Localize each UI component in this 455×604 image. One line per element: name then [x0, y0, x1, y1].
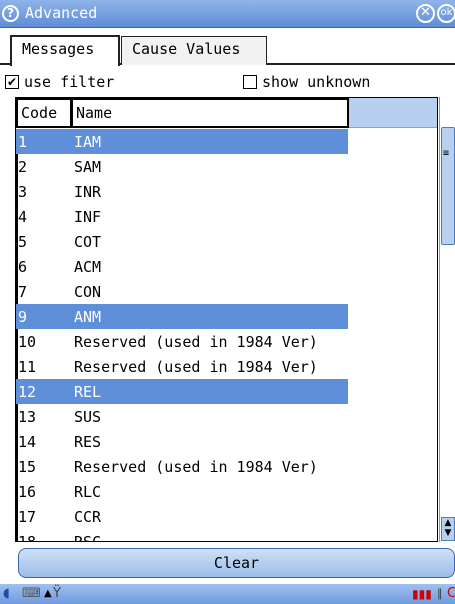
row-name: CCR	[74, 508, 102, 526]
input-arrow-icon[interactable]: ▲	[44, 586, 52, 602]
table-row[interactable]: 14 RES	[16, 429, 437, 454]
row-name: COT	[74, 233, 102, 251]
table-row[interactable]: 1 IAM	[16, 129, 437, 154]
use-filter-label: use filter	[24, 73, 115, 91]
table-row[interactable]: 7 CON	[16, 279, 437, 304]
network-icon: ∥	[437, 587, 443, 600]
row-name: Reserved (used in 1984 Ver)	[74, 458, 318, 476]
table-header: Code Name	[16, 98, 437, 128]
table-row[interactable]: 18 RSC	[16, 529, 437, 542]
show-unknown-checkbox[interactable]	[243, 75, 257, 89]
row-code: 9	[18, 308, 28, 326]
row-code: 7	[18, 283, 28, 301]
table-row[interactable]: 11 Reserved (used in 1984 Ver)	[16, 354, 437, 379]
row-name: CON	[74, 283, 102, 301]
column-header-code[interactable]: Code	[16, 98, 72, 128]
table-row[interactable]: 5 COT	[16, 229, 437, 254]
row-code: 18	[18, 533, 37, 542]
row-code: 16	[18, 483, 37, 501]
window-title: Advanced	[25, 4, 98, 22]
row-name: INR	[74, 183, 102, 201]
row-name: RES	[74, 433, 102, 451]
table-row[interactable]: 17 CCR	[16, 504, 437, 529]
scroll-grip-icon: ≡	[443, 148, 450, 159]
row-name: Reserved (used in 1984 Ver)	[74, 333, 318, 351]
help-icon[interactable]: ?	[2, 5, 19, 22]
row-code: 13	[18, 408, 37, 426]
status-bar: ◖ ⌨ ▲ Ÿ ▮▮▮ ∥ C	[0, 584, 455, 604]
keyboard-icon[interactable]: ⌨	[22, 586, 41, 602]
status-icon: C	[447, 586, 455, 601]
row-code: 5	[18, 233, 28, 251]
row-code: 10	[18, 333, 37, 351]
start-icon[interactable]: ◖	[3, 586, 10, 602]
signal-icon: Ÿ	[53, 586, 61, 601]
messages-table[interactable]: Code Name 1 IAM 2 SAM 3 INR 4 INF 5 COT 6 ACM 7 CON 9 A…	[15, 97, 438, 542]
row-name: ANM	[74, 308, 102, 326]
table-row[interactable]: 10 Reserved (used in 1984 Ver)	[16, 329, 437, 354]
row-name: Reserved (used in 1984 Ver)	[74, 358, 318, 376]
row-code: 14	[18, 433, 37, 451]
filter-row: ✔ use filter show unknown	[0, 72, 455, 96]
scroll-arrows-icon[interactable]: ▲ ▼	[441, 517, 455, 541]
row-code: 2	[18, 158, 28, 176]
table-row[interactable]: 15 Reserved (used in 1984 Ver)	[16, 454, 437, 479]
row-name: REL	[74, 383, 102, 401]
row-name: RSC	[74, 533, 102, 542]
row-name: SAM	[74, 158, 102, 176]
vertical-scrollbar[interactable]: ≡ ▲ ▼	[439, 97, 455, 542]
row-name: SUS	[74, 408, 102, 426]
show-unknown-label: show unknown	[262, 73, 371, 91]
header-filler	[349, 98, 437, 128]
table-row[interactable]: 4 INF	[16, 204, 437, 229]
table-row[interactable]: 2 SAM	[16, 154, 437, 179]
row-code: 12	[18, 383, 37, 401]
table-row[interactable]: 16 RLC	[16, 479, 437, 504]
row-code: 1	[18, 133, 28, 151]
scrollbar-thumb[interactable]	[441, 127, 455, 245]
row-code: 17	[18, 508, 37, 526]
table-row[interactable]: 13 SUS	[16, 404, 437, 429]
table-row[interactable]: 9 ANM	[16, 304, 437, 329]
row-code: 11	[18, 358, 37, 376]
row-code: 15	[18, 458, 37, 476]
close-icon[interactable]: ✕	[416, 4, 435, 23]
row-code: 4	[18, 208, 28, 226]
row-name: ACM	[74, 258, 102, 276]
use-filter-checkbox[interactable]: ✔	[5, 75, 19, 89]
column-header-name[interactable]: Name	[71, 98, 349, 128]
table-row[interactable]: 6 ACM	[16, 254, 437, 279]
table-row[interactable]: 3 INR	[16, 179, 437, 204]
row-name: INF	[74, 208, 102, 226]
row-code: 3	[18, 183, 28, 201]
battery-icon: ▮▮▮	[412, 587, 432, 601]
row-name: IAM	[74, 133, 102, 151]
clear-button[interactable]: Clear	[18, 548, 455, 578]
table-row[interactable]: 12 REL	[16, 379, 437, 404]
tab-cause-values[interactable]: Cause Values	[121, 36, 267, 65]
row-code: 6	[18, 258, 28, 276]
tab-bar: Messages Cause Values	[0, 28, 455, 66]
tab-messages[interactable]: Messages	[10, 35, 120, 66]
table-body: 1 IAM 2 SAM 3 INR 4 INF 5 COT 6 ACM 7 CON 9 ANM 10 Reserv…	[16, 129, 437, 542]
ok-icon[interactable]: ok	[437, 4, 455, 23]
title-bar: ? Advanced ✕ ok	[0, 0, 455, 28]
row-name: RLC	[74, 483, 102, 501]
